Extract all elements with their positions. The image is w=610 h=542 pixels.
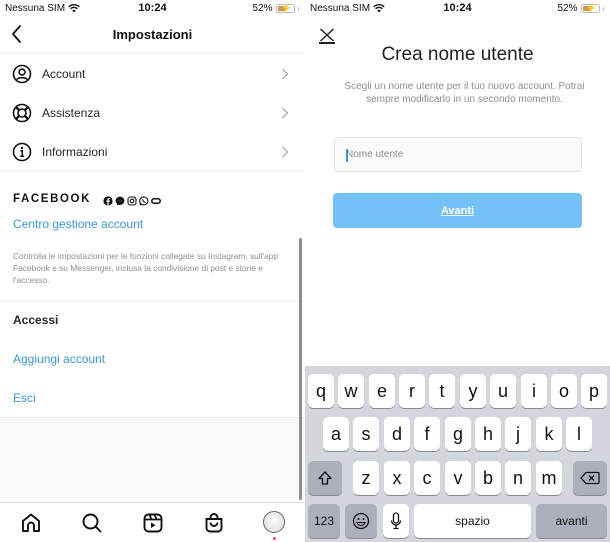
key-t[interactable]: t (429, 374, 455, 408)
return-key[interactable]: avanti (536, 504, 607, 538)
menu-item-informazioni[interactable]: Informazioni (0, 133, 305, 171)
username-input[interactable] (335, 138, 581, 171)
tab-profile[interactable] (263, 511, 287, 540)
username-field[interactable] (334, 137, 582, 172)
shift-key[interactable] (308, 461, 342, 495)
key-w[interactable]: w (338, 374, 364, 408)
key-z[interactable]: z (353, 461, 379, 495)
accounts-center-description: Controlla le impostazioni per le funzion… (13, 251, 279, 285)
key-r[interactable]: r (399, 374, 425, 408)
notification-dot (273, 537, 276, 540)
backspace-key[interactable] (573, 461, 607, 495)
status-bar: Nessuna SIM 10:24 52% ⚡ (305, 0, 610, 17)
key-j[interactable]: j (505, 417, 531, 451)
divider (0, 171, 305, 172)
battery-percent: 52% (557, 3, 578, 14)
accounts-center-link[interactable]: Centro gestione account (13, 217, 143, 231)
search-icon (82, 513, 102, 533)
emoji-key[interactable] (345, 504, 377, 538)
battery-icon: ⚡ (275, 3, 295, 13)
key-u[interactable]: u (490, 374, 516, 408)
lifebuoy-icon (12, 103, 32, 123)
menu-item-account[interactable]: Account (0, 55, 305, 93)
key-g[interactable]: g (445, 417, 471, 451)
facebook-logo: FACEBOOK (13, 193, 91, 205)
messenger-icon (115, 193, 125, 206)
battery-percent: 52% (252, 3, 273, 14)
info-icon (12, 142, 32, 162)
numbers-key[interactable]: 123 (308, 504, 340, 538)
key-o[interactable]: o (551, 374, 577, 408)
logout-link[interactable]: Esci (13, 391, 36, 405)
user-circle-icon (12, 64, 32, 84)
key-x[interactable]: x (384, 461, 410, 495)
chevron-right-icon (282, 146, 289, 158)
menu-item-assistenza[interactable]: Assistenza (0, 94, 305, 132)
page-title: Crea nome utente (381, 44, 534, 65)
chevron-right-icon (282, 68, 289, 80)
key-b[interactable]: b (475, 461, 501, 495)
reels-icon (143, 513, 163, 533)
chevron-right-icon (282, 107, 289, 119)
section-title-accessi: Accessi (13, 313, 59, 327)
shopping-bag-icon (205, 513, 223, 533)
instagram-icon (127, 193, 137, 206)
battery-icon: ⚡ (580, 3, 600, 13)
whatsapp-icon (139, 193, 149, 206)
tab-reels[interactable] (141, 511, 165, 535)
next-button[interactable]: Avanti (333, 193, 582, 228)
tab-shop[interactable] (202, 511, 226, 535)
oculus-icon (151, 193, 161, 204)
tab-home[interactable] (19, 511, 43, 535)
key-d[interactable]: d (384, 417, 410, 451)
key-y[interactable]: y (460, 374, 486, 408)
dictation-key[interactable] (383, 504, 409, 538)
emoji-icon (352, 512, 370, 530)
settings-header: Impostazioni (0, 17, 305, 53)
space-key[interactable]: spazio (414, 504, 531, 538)
keyboard: q w e r t y u i o p a s d f g h j k l z … (305, 366, 610, 542)
key-k[interactable]: k (536, 417, 562, 451)
key-q[interactable]: q (308, 374, 334, 408)
facebook-icon (103, 193, 113, 206)
status-bar: Nessuna SIM 10:24 52% ⚡ (0, 0, 305, 17)
key-c[interactable]: c (414, 461, 440, 495)
add-account-link[interactable]: Aggiungi account (13, 352, 105, 366)
microphone-icon (390, 512, 402, 530)
key-m[interactable]: m (536, 461, 562, 495)
tab-search[interactable] (80, 511, 104, 535)
home-icon (22, 513, 40, 532)
menu-item-label: Assistenza (42, 106, 101, 120)
menu-item-label: Informazioni (42, 145, 108, 159)
key-h[interactable]: h (475, 417, 501, 451)
page-description: Scegli un nome utente per il tuo nuovo a… (344, 81, 585, 105)
backspace-icon (580, 471, 600, 485)
menu-item-label: Account (42, 67, 86, 81)
avatar (263, 511, 285, 533)
close-icon (319, 28, 335, 42)
meta-app-icons (103, 193, 161, 206)
key-f[interactable]: f (414, 417, 440, 451)
key-n[interactable]: n (505, 461, 531, 495)
page-title: Impostazioni (112, 27, 193, 42)
key-s[interactable]: s (353, 417, 379, 451)
create-username-screen: Nessuna SIM 10:24 52% ⚡ Crea nome utente… (305, 0, 610, 542)
key-l[interactable]: l (566, 417, 592, 451)
tab-bar (0, 502, 305, 542)
key-v[interactable]: v (445, 461, 471, 495)
settings-screen: Nessuna SIM 10:24 52% ⚡ Impostazioni Acc… (0, 0, 305, 542)
key-a[interactable]: a (323, 417, 349, 451)
scrollbar[interactable] (299, 238, 302, 500)
key-i[interactable]: i (521, 374, 547, 408)
divider (0, 300, 305, 301)
shift-icon (318, 471, 332, 485)
key-e[interactable]: e (369, 374, 395, 408)
text-cursor (346, 149, 348, 162)
empty-area (0, 417, 305, 501)
key-p[interactable]: p (581, 374, 607, 408)
